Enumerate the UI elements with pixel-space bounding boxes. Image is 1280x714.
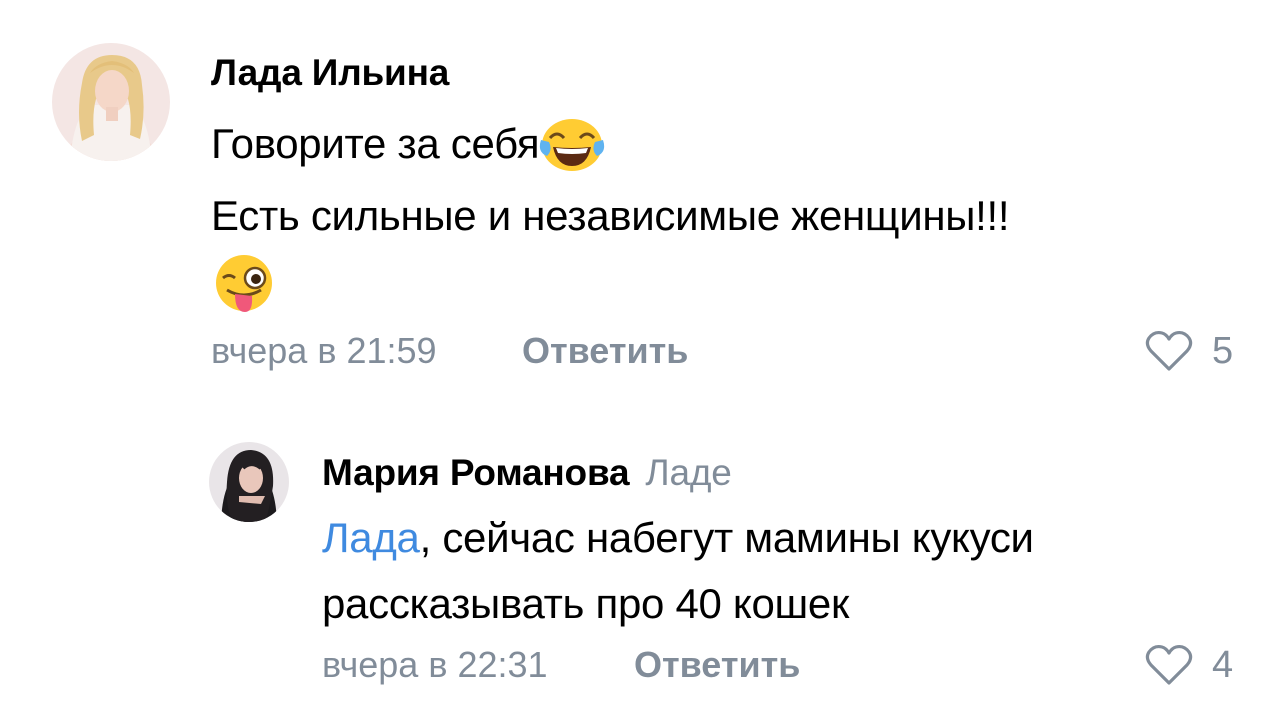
comment-timestamp: вчера в 22:31 (322, 644, 548, 685)
comment-text-line: Лада, сейчас набегут мамины кукуси (322, 514, 1034, 562)
comment-text-line: Говорите за себя (211, 118, 605, 176)
comment-text: Говорите за себя (211, 120, 540, 168)
mention-link[interactable]: Лада (322, 514, 420, 561)
face-with-tears-of-joy-icon (539, 116, 605, 174)
heart-icon (1145, 330, 1193, 371)
avatar[interactable] (209, 442, 289, 522)
like-button[interactable]: 4 (1144, 643, 1233, 687)
winking-face-with-tongue-icon (213, 254, 275, 314)
comment-text-line: Есть сильные и независимые женщины!!! (211, 192, 1010, 239)
comment-author-name[interactable]: Мария Романова (322, 452, 630, 493)
avatar[interactable] (52, 43, 170, 161)
like-button[interactable]: 5 (1144, 329, 1233, 373)
like-count: 5 (1212, 329, 1234, 372)
comment: Лада Ильина Говорите за себя Есть сильны… (0, 0, 1280, 400)
comment-author[interactable]: Лада Ильина (211, 52, 449, 94)
comment-timestamp: вчера в 21:59 (211, 330, 437, 371)
comment-text: , сейчас набегут мамины кукуси (419, 514, 1034, 561)
reply-button[interactable]: Ответить (634, 644, 800, 686)
like-count: 4 (1212, 643, 1234, 686)
reply-comment: Мария Романова Ладе Лада, сейчас набегут … (0, 400, 1280, 714)
reply-to-label[interactable]: Ладе (645, 452, 731, 493)
reply-button[interactable]: Ответить (522, 330, 688, 372)
heart-icon (1145, 644, 1193, 685)
comment-text-line: рассказывать про 40 кошек (322, 580, 850, 627)
comment-author[interactable]: Мария Романова Ладе (322, 452, 732, 494)
